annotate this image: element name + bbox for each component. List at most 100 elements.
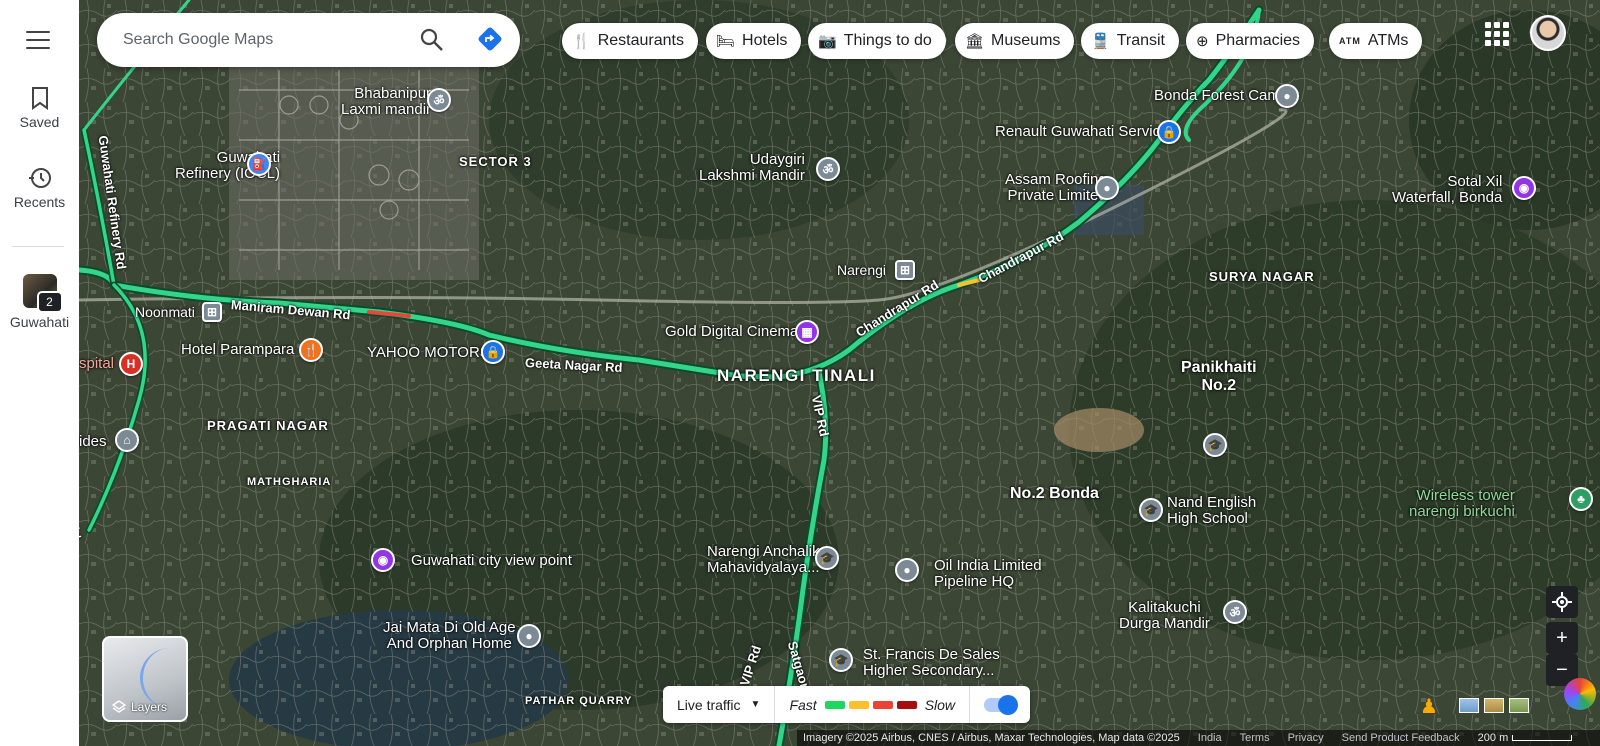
traffic-toggle[interactable] (984, 694, 1019, 715)
terms-link[interactable]: Terms (1240, 732, 1270, 744)
school-pin-icon[interactable]: 🎓 (829, 648, 853, 672)
place-label-yahoo-motors[interactable]: YAHOO MOTORS (367, 345, 490, 361)
zoom-in-button[interactable]: + (1546, 622, 1578, 654)
traffic-slow-label: Slow (924, 696, 956, 713)
place-label-noonmati[interactable]: Noonmati (135, 304, 195, 320)
temple-pin-icon[interactable]: ॐ (816, 157, 840, 181)
place-label-nand-english[interactable]: Nand English High School (1167, 495, 1256, 527)
recent-place-guwahati[interactable]: 2 Guwahati (0, 274, 79, 330)
place-pin-icon[interactable]: ● (895, 558, 919, 582)
place-pin-icon[interactable]: ● (517, 624, 541, 648)
place-label-jai-mata[interactable]: Jai Mata Di Old Age And Orphan Home (383, 620, 516, 652)
hospital-pin-icon[interactable]: H (119, 352, 143, 376)
restaurant-pin-icon[interactable]: 🍴 (299, 338, 323, 362)
temple-pin-icon[interactable]: ॐ (427, 88, 451, 112)
chip-label: Transit (1116, 32, 1165, 49)
place-label-st-francis[interactable]: St. Francis De Sales Higher Secondary... (863, 647, 1000, 679)
chip-pharmacies[interactable]: ⊕ Pharmacies (1186, 23, 1315, 59)
my-location-button[interactable] (1546, 586, 1578, 618)
area-label-no2-bonda: No.2 Bonda (1010, 485, 1099, 502)
school-pin-icon[interactable]: 🎓 (1139, 498, 1163, 522)
chip-restaurants[interactable]: 🍴 Restaurants (562, 23, 698, 59)
recent-place-label: Guwahati (9, 314, 70, 330)
gemini-icon[interactable] (1564, 678, 1596, 710)
place-label-narengi[interactable]: Narengi (837, 262, 886, 278)
place-label-bhabanipur[interactable]: Bhabanipur Laxmi mandir (341, 86, 431, 118)
area-label-pathar-quarry: PATHAR QUARRY (525, 695, 633, 707)
place-label-oil-india[interactable]: Oil India Limited Pipeline HQ (934, 558, 1042, 590)
plus-icon: + (1556, 626, 1568, 649)
saved-button[interactable]: Saved (0, 86, 79, 130)
saved-label: Saved (19, 114, 60, 130)
side-rail: Saved Recents 2 Guwahati (0, 0, 79, 746)
area-label-mathgharia: MATHGHARIA (247, 476, 332, 488)
traffic-fast-label: Fast (789, 696, 817, 713)
scale-line (1512, 735, 1573, 741)
traffic-mode-select[interactable]: Live traffic ▼ (663, 686, 776, 723)
chip-museums[interactable]: 🏛 Museums (955, 23, 1075, 59)
lock-pin-icon[interactable]: 🔒 (481, 340, 505, 364)
search-icon[interactable] (419, 27, 445, 53)
place-label-bonda-forest-camp[interactable]: Bonda Forest Camp (1154, 88, 1288, 104)
privacy-link[interactable]: Privacy (1288, 732, 1324, 744)
map-canvas[interactable]: SECTOR 3 SURYA NAGAR NARENGI TINALI PRAG… (79, 0, 1600, 746)
recents-button[interactable]: Recents (0, 166, 79, 210)
cinema-pin-icon[interactable]: ▦ (795, 320, 819, 344)
place-label-hotel-parampara[interactable]: Hotel Parampara (181, 342, 294, 358)
place-label-udaygiri[interactable]: Udaygiri Lakshmi Mandir (699, 152, 805, 184)
avatar[interactable] (1530, 15, 1566, 51)
area-label-surya-nagar: SURYA NAGAR (1209, 269, 1315, 284)
imagery-thumb-1[interactable] (1459, 698, 1479, 713)
traffic-mode-label: Live traffic (677, 696, 741, 713)
train-station-icon[interactable]: ⊞ (895, 260, 915, 280)
place-label-kalitakuchi[interactable]: Kalitakuchi Durga Mandir (1119, 600, 1210, 632)
pharmacy-icon: ⊕ (1196, 33, 1209, 50)
fuel-pin-icon[interactable]: ⛽ (247, 152, 271, 176)
museum-pin-icon[interactable]: ⌂ (115, 428, 139, 452)
my-location-icon (1552, 592, 1572, 612)
place-label-assam-roofing[interactable]: Assam Roofing Private Limited (1005, 172, 1107, 204)
pegman-icon[interactable]: ♟ (1420, 694, 1446, 720)
menu-icon[interactable] (24, 28, 52, 52)
train-station-icon[interactable]: ⊞ (202, 302, 222, 322)
place-pin-icon[interactable]: ● (1275, 84, 1299, 108)
place-label-ides[interactable]: ides (79, 434, 107, 450)
atm-icon: ATM (1339, 36, 1361, 46)
layers-button[interactable]: Layers (102, 636, 188, 722)
chip-label: ATMs (1367, 32, 1409, 49)
place-label-sotal-xil[interactable]: Sotal Xil Waterfall, Bonda (1392, 174, 1502, 206)
chip-transit[interactable]: 🚆 Transit (1081, 23, 1179, 59)
feedback-link[interactable]: Send Product Feedback (1342, 732, 1460, 744)
place-label-gold-digital[interactable]: Gold Digital Cinema (665, 324, 798, 340)
area-label-pragati-nagar: PRAGATI NAGAR (207, 418, 329, 433)
school-pin-icon[interactable]: 🎓 (815, 546, 839, 570)
imagery-thumb-2[interactable] (1484, 698, 1504, 713)
place-pin-icon[interactable]: ● (1095, 176, 1119, 200)
school-pin-icon[interactable]: 🎓 (1203, 433, 1227, 457)
camera-pin-icon[interactable]: ◉ (371, 548, 395, 572)
place-label-renault[interactable]: Renault Guwahati Service (995, 124, 1168, 140)
imagery-thumb-3[interactable] (1509, 698, 1529, 713)
traffic-swatch-slow (872, 700, 893, 709)
attribution-text: Imagery ©2025 Airbus, CNES / Airbus, Max… (803, 732, 1180, 744)
directions-icon[interactable] (477, 26, 503, 52)
traffic-panel: Live traffic ▼ Fast Slow (663, 686, 1031, 723)
chip-label: Restaurants (597, 32, 684, 49)
place-label-wireless-tower[interactable]: Wireless tower narengi birkuchi (1409, 488, 1515, 520)
scale-bar[interactable]: 200 m (1478, 732, 1573, 744)
google-apps-icon[interactable] (1485, 20, 1511, 46)
place-label-guwahati-view[interactable]: Guwahati city view point (411, 553, 572, 569)
chip-atms[interactable]: ATM ATMs (1329, 23, 1423, 59)
place-label-narengi-anchalik[interactable]: Narengi Anchalik Mahavidyalaya... (707, 544, 820, 576)
lock-pin-icon[interactable]: 🔒 (1157, 120, 1181, 144)
country-link[interactable]: India (1198, 732, 1222, 744)
temple-pin-icon[interactable]: ॐ (1223, 600, 1247, 624)
place-label-hospital[interactable]: spital (79, 356, 114, 372)
chip-hotels[interactable]: 🛏 Hotels (706, 23, 802, 59)
chip-things-to-do[interactable]: 📷 Things to do (808, 23, 946, 59)
park-pin-icon[interactable]: ♣ (1569, 487, 1593, 511)
search-input[interactable] (123, 31, 403, 49)
area-label-narengi-tinali: NARENGI TINALI (717, 366, 876, 385)
camera-pin-icon[interactable]: ◉ (1512, 176, 1536, 200)
layers-icon (112, 700, 126, 713)
